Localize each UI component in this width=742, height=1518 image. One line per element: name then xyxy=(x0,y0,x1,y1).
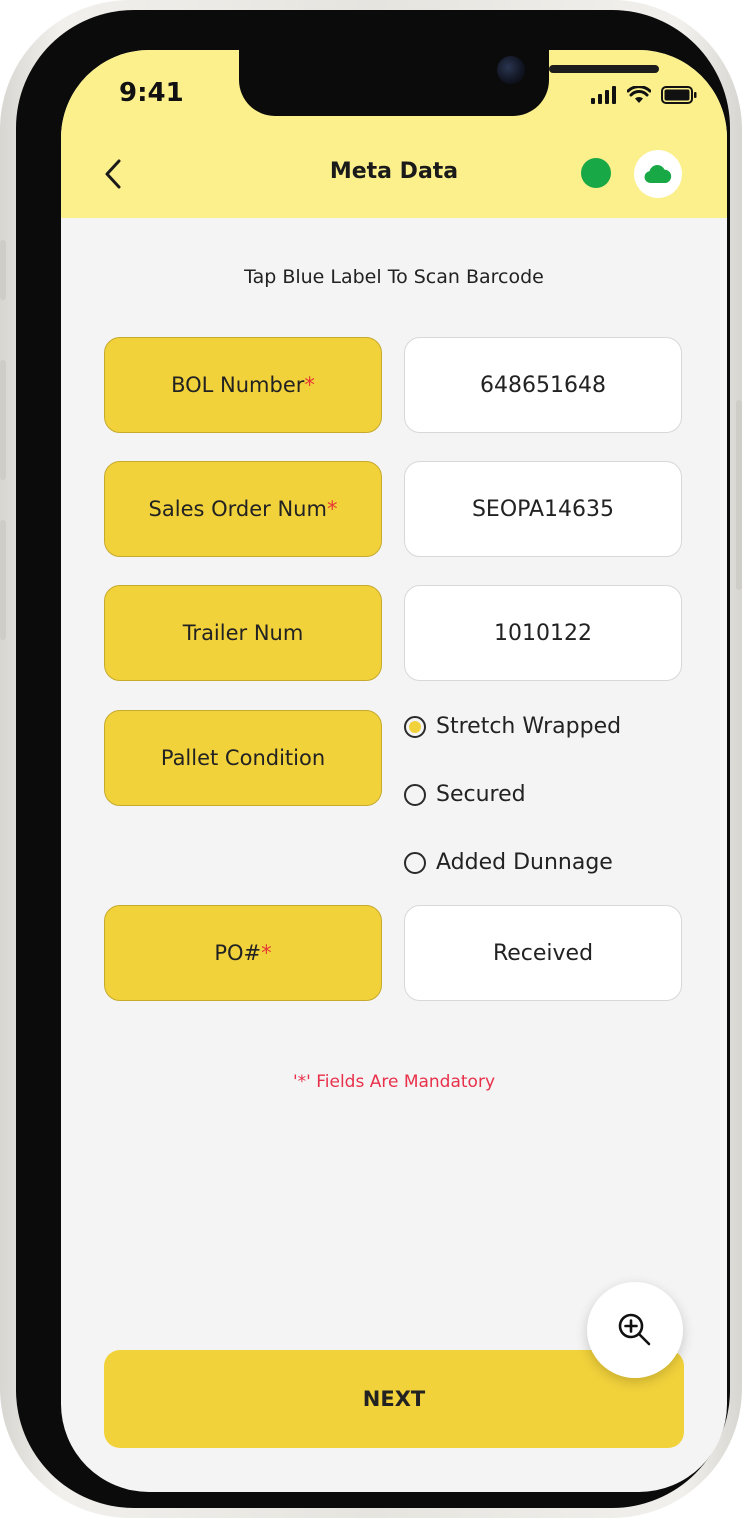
bol-number-scan-button[interactable]: BOL Number * xyxy=(104,337,382,433)
radio-button[interactable] xyxy=(404,783,426,806)
radio-button-selected[interactable] xyxy=(404,715,426,738)
radio-label: Added Dunnage xyxy=(436,850,613,875)
radio-option-secured[interactable]: Secured xyxy=(404,782,526,807)
zoom-button[interactable] xyxy=(587,1282,683,1378)
phone-frame: 9:41 Meta Data Tap Blue Label To Scan Ba… xyxy=(0,0,742,1518)
po-number-value: Received xyxy=(492,940,594,966)
signal-icon xyxy=(591,86,617,108)
cloud-sync-button[interactable] xyxy=(634,150,682,198)
trailer-num-field[interactable]: 1010122 xyxy=(404,585,682,681)
scan-instruction: Tap Blue Label To Scan Barcode xyxy=(244,266,544,288)
battery-icon xyxy=(661,86,697,108)
sales-order-value: SEOPA14635 xyxy=(471,496,615,522)
po-number-field[interactable]: Received xyxy=(404,905,682,1001)
pallet-condition-label: Pallet Condition xyxy=(160,746,326,770)
phone-bezel: 9:41 Meta Data Tap Blue Label To Scan Ba… xyxy=(16,10,730,1508)
next-button-label: NEXT xyxy=(362,1387,426,1411)
required-marker: * xyxy=(304,373,315,397)
radio-option-stretch-wrapped[interactable]: Stretch Wrapped xyxy=(404,714,621,739)
device-notch xyxy=(239,50,659,116)
sales-order-label: Sales Order Num xyxy=(148,497,327,521)
radio-option-added-dunnage[interactable]: Added Dunnage xyxy=(404,850,613,875)
online-status-indicator xyxy=(581,158,611,188)
app-screen: 9:41 Meta Data Tap Blue Label To Scan Ba… xyxy=(61,50,727,1492)
status-icons xyxy=(591,85,697,108)
trailer-num-label: Trailer Num xyxy=(182,621,304,645)
bol-number-label: BOL Number xyxy=(171,373,305,397)
po-number-scan-button[interactable]: PO# * xyxy=(104,905,382,1001)
trailer-num-scan-button[interactable]: Trailer Num xyxy=(104,585,382,681)
trailer-num-value: 1010122 xyxy=(494,620,592,646)
status-time: 9:41 xyxy=(119,78,184,108)
next-button[interactable]: NEXT xyxy=(104,1350,684,1448)
po-number-label: PO# xyxy=(214,941,262,965)
radio-selected-dot xyxy=(409,720,421,733)
earpiece-speaker xyxy=(549,65,659,73)
cloud-icon xyxy=(644,165,672,183)
volume-down-button xyxy=(0,520,6,640)
page-title: Meta Data xyxy=(329,159,459,184)
zoom-in-icon xyxy=(618,1313,651,1346)
bol-number-field[interactable]: 648651648 xyxy=(404,337,682,433)
silent-switch xyxy=(0,240,6,300)
radio-label: Secured xyxy=(436,782,526,807)
sales-order-field[interactable]: SEOPA14635 xyxy=(404,461,682,557)
wifi-icon xyxy=(626,85,652,108)
mandatory-fields-note: '*' Fields Are Mandatory xyxy=(292,1072,496,1092)
pallet-condition-label-button[interactable]: Pallet Condition xyxy=(104,710,382,806)
front-camera xyxy=(497,56,525,84)
required-marker: * xyxy=(261,941,272,965)
radio-button[interactable] xyxy=(404,851,426,874)
bol-number-value: 648651648 xyxy=(480,372,606,398)
radio-label: Stretch Wrapped xyxy=(436,714,622,739)
sales-order-scan-button[interactable]: Sales Order Num * xyxy=(104,461,382,557)
power-button xyxy=(736,400,742,590)
volume-up-button xyxy=(0,360,6,480)
required-marker: * xyxy=(326,497,338,521)
